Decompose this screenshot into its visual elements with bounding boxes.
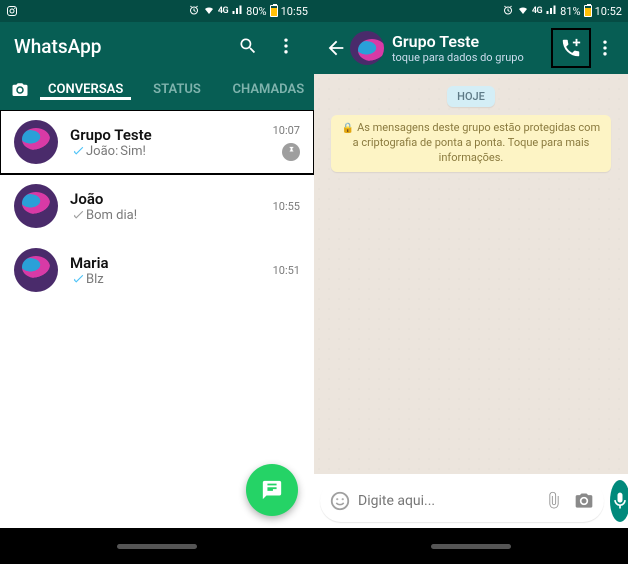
- avatar: [14, 120, 58, 164]
- chat-body[interactable]: HOJE 🔒 As mensagens deste grupo estão pr…: [314, 74, 628, 474]
- status-bar: 4G 81% 10:52: [314, 0, 628, 22]
- avatar: [14, 248, 58, 292]
- battery-pct: 80%: [246, 5, 266, 18]
- more-button[interactable]: [588, 31, 622, 65]
- home-indicator[interactable]: [431, 544, 511, 549]
- network-label: 4G: [532, 6, 542, 16]
- app-bar: WhatsApp CONVERSAS STATUS CHAMADAS: [0, 22, 314, 110]
- more-button[interactable]: [272, 32, 300, 60]
- chat-row-grupo-teste[interactable]: Grupo Teste João: Sim! 10:07: [0, 110, 314, 174]
- chat-time: 10:51: [273, 264, 300, 277]
- battery-pct: 81%: [560, 5, 580, 18]
- chat-header: Grupo Teste toque para dados do grupo: [314, 22, 628, 74]
- back-button[interactable]: [322, 34, 350, 62]
- group-subtitle: toque para dados do grupo: [392, 51, 554, 64]
- phone-left: 4G 80% 10:55 WhatsApp CONVERSAS STATUS C…: [0, 0, 314, 564]
- chat-row-maria[interactable]: Maria Blz 10:51: [0, 238, 314, 302]
- encryption-notice[interactable]: 🔒 As mensagens deste grupo estão protegi…: [331, 115, 611, 172]
- chat-preview: João: Sim!: [70, 144, 273, 159]
- tab-chamadas[interactable]: CHAMADAS: [223, 82, 314, 99]
- date-chip: HOJE: [447, 86, 495, 107]
- camera-tab[interactable]: [0, 81, 40, 99]
- voice-record-button[interactable]: [610, 480, 628, 522]
- emoji-button[interactable]: [328, 489, 352, 513]
- clock-time: 10:55: [281, 5, 308, 18]
- search-button[interactable]: [234, 32, 262, 60]
- avatar: [14, 184, 58, 228]
- camera-button[interactable]: [572, 489, 596, 513]
- network-label: 4G: [218, 6, 228, 16]
- home-indicator[interactable]: [117, 544, 197, 549]
- alarm-icon: [188, 4, 200, 19]
- wifi-icon: [203, 4, 215, 19]
- chat-time: 10:55: [273, 200, 300, 213]
- attach-button[interactable]: [542, 489, 566, 513]
- instagram-icon: [6, 5, 18, 17]
- signal-icon: [545, 4, 557, 19]
- add-call-button[interactable]: [554, 31, 588, 65]
- clock-time: 10:52: [595, 5, 622, 18]
- chat-name: Maria: [70, 254, 273, 272]
- chat-preview: Blz: [70, 272, 273, 287]
- composer: [314, 474, 628, 528]
- tabs: CONVERSAS STATUS CHAMADAS: [0, 70, 314, 110]
- nav-bar: [314, 528, 628, 564]
- pin-icon: [282, 143, 300, 161]
- chat-row-joao[interactable]: João Bom dia! 10:55: [0, 174, 314, 238]
- new-chat-fab[interactable]: [246, 464, 298, 516]
- chat-time: 10:07: [273, 124, 300, 137]
- status-bar: 4G 80% 10:55: [0, 0, 314, 22]
- double-check-icon: [70, 274, 84, 285]
- tab-conversas[interactable]: CONVERSAS: [40, 82, 131, 99]
- lock-icon: 🔒: [342, 123, 354, 134]
- chat-preview: Bom dia!: [70, 208, 273, 223]
- alarm-icon: [502, 4, 514, 19]
- chat-name: João: [70, 190, 273, 208]
- group-avatar[interactable]: [350, 31, 384, 65]
- group-name: Grupo Teste: [392, 32, 554, 51]
- double-check-icon: [70, 146, 84, 157]
- battery-icon: [584, 5, 592, 17]
- double-check-icon: [70, 210, 84, 221]
- battery-icon: [270, 5, 278, 17]
- signal-icon: [231, 4, 243, 19]
- nav-bar: [0, 528, 314, 564]
- message-input[interactable]: [358, 493, 536, 509]
- phone-right: 4G 81% 10:52 Grupo Teste toque para dado…: [314, 0, 628, 564]
- app-title: WhatsApp: [14, 35, 224, 58]
- chat-name: Grupo Teste: [70, 126, 273, 144]
- tab-status[interactable]: STATUS: [131, 82, 222, 99]
- group-title-area[interactable]: Grupo Teste toque para dados do grupo: [392, 32, 554, 64]
- wifi-icon: [517, 4, 529, 19]
- composer-field[interactable]: [320, 480, 604, 522]
